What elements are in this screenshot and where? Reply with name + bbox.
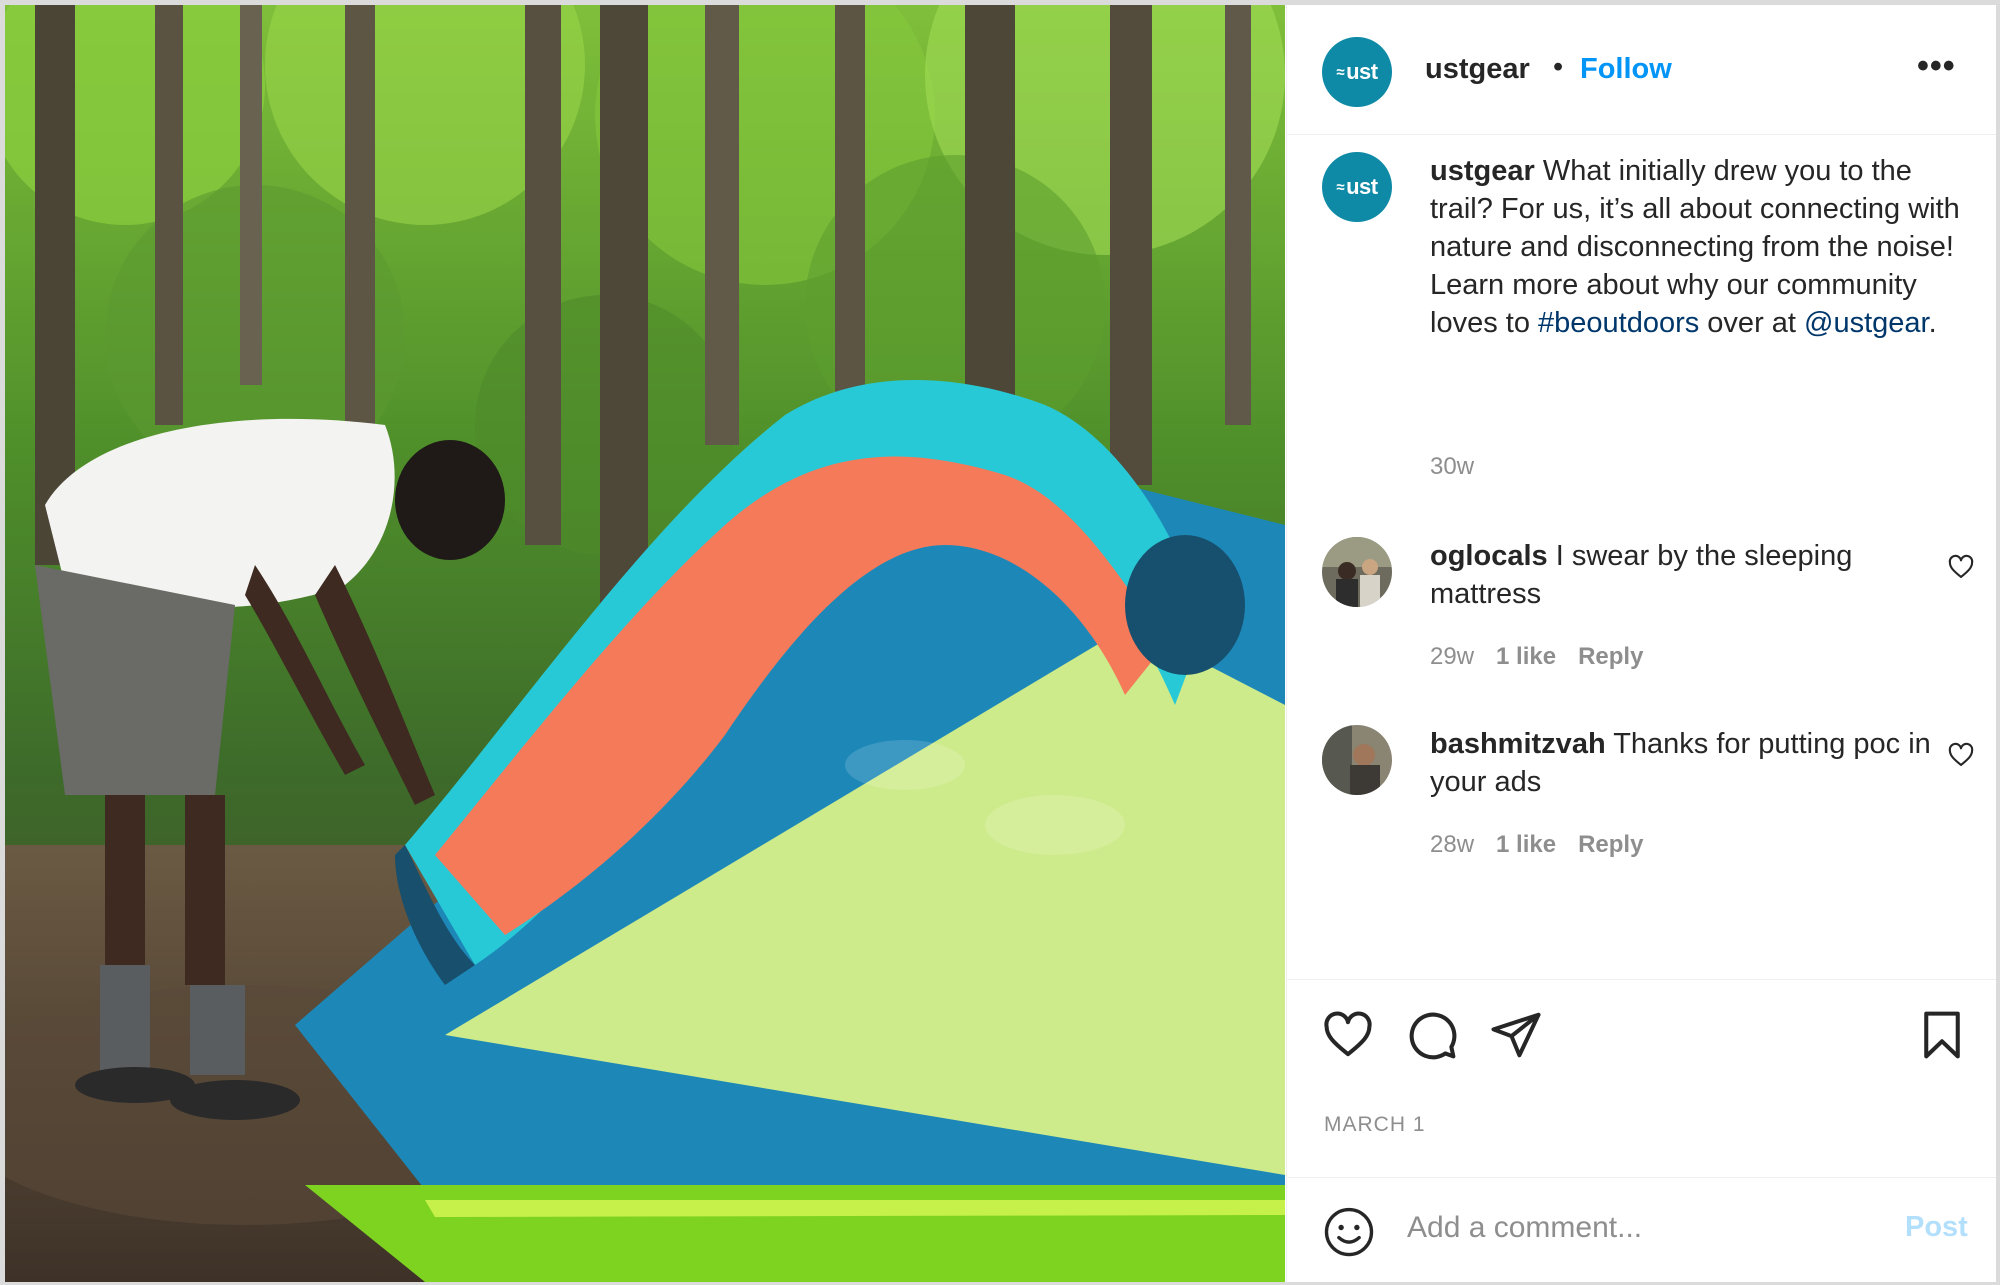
brand-wave-icon: ≈ — [1336, 63, 1345, 81]
comment-like-heart-icon[interactable] — [1947, 553, 1975, 581]
post-photo[interactable] — [5, 5, 1285, 1282]
header-separator: • — [1553, 51, 1564, 83]
mention-link[interactable]: @ustgear — [1804, 307, 1929, 339]
comment-likes[interactable]: 1 like — [1496, 643, 1556, 670]
caption-username[interactable]: ustgear — [1430, 155, 1535, 187]
post-header: ≈ ust ustgear • Follow ••• — [1287, 5, 1996, 135]
reply-button[interactable]: Reply — [1578, 831, 1643, 858]
post-side-panel: ≈ ust ustgear • Follow ••• ≈ ust ustgear W… — [1286, 5, 1996, 1282]
comment-time[interactable]: 28w — [1430, 831, 1474, 858]
commenter-avatar[interactable] — [1322, 537, 1392, 607]
author-username[interactable]: ustgear — [1425, 53, 1530, 86]
caption-body-2: over at — [1699, 307, 1805, 339]
comment-time[interactable]: 29w — [1430, 643, 1474, 670]
comment-icon[interactable] — [1405, 1008, 1459, 1062]
comment-meta: 28w 1 like Reply — [1430, 831, 1665, 859]
comment-input[interactable]: Add a comment... — [1407, 1211, 1642, 1245]
post-date[interactable]: MARCH 1 — [1324, 1113, 1426, 1137]
commenter-avatar[interactable] — [1322, 725, 1392, 795]
brand-wave-icon: ≈ — [1336, 178, 1345, 196]
post-comment-button[interactable]: Post — [1905, 1211, 1968, 1244]
comment-username[interactable]: bashmitzvah — [1430, 728, 1606, 760]
post-actions: MARCH 1 — [1287, 979, 1996, 1180]
caption-meta: 30w — [1430, 453, 1496, 481]
avatar-text: ust — [1346, 174, 1378, 199]
comments-list[interactable]: ≈ ust ustgear What initially drew you to … — [1287, 135, 1996, 978]
bookmark-icon[interactable] — [1915, 1008, 1969, 1062]
comment-likes[interactable]: 1 like — [1496, 831, 1556, 858]
hashtag-link[interactable]: #beoutdoors — [1538, 307, 1699, 339]
reply-button[interactable]: Reply — [1578, 643, 1643, 670]
add-comment-bar: Add a comment... Post — [1287, 1177, 1996, 1283]
avatar-text: ust — [1346, 59, 1378, 84]
comment-text: oglocals I swear by the sleeping mattres… — [1430, 537, 1970, 613]
caption-time[interactable]: 30w — [1430, 453, 1474, 480]
like-heart-icon[interactable] — [1321, 1008, 1375, 1062]
comment-username[interactable]: oglocals — [1430, 540, 1548, 572]
more-options-icon[interactable]: ••• — [1917, 47, 1956, 86]
follow-button[interactable]: Follow — [1580, 53, 1672, 86]
emoji-icon[interactable] — [1322, 1205, 1376, 1259]
share-icon[interactable] — [1489, 1008, 1543, 1062]
caption-author-avatar[interactable]: ≈ ust — [1322, 152, 1392, 222]
caption-body-3: . — [1928, 307, 1937, 339]
comment-meta: 29w 1 like Reply — [1430, 643, 1665, 671]
comment-like-heart-icon[interactable] — [1947, 741, 1975, 769]
comment-text: bashmitzvah Thanks for putting poc in yo… — [1430, 725, 1970, 801]
author-avatar[interactable]: ≈ ust — [1322, 37, 1392, 107]
caption-text: ustgear What initially drew you to the t… — [1430, 152, 1970, 342]
post-modal: ≈ ust ustgear • Follow ••• ≈ ust ustgear W… — [4, 4, 1996, 1283]
